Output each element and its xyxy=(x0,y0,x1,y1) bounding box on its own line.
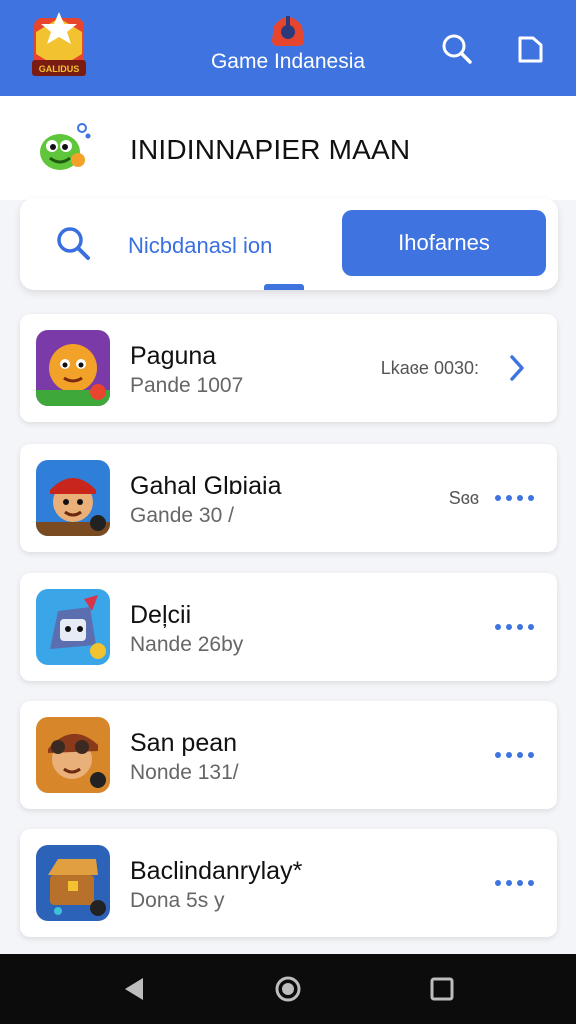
back-icon[interactable] xyxy=(117,972,151,1006)
more-dots-icon[interactable] xyxy=(493,871,537,895)
more-dots-icon[interactable] xyxy=(493,615,537,639)
game-title: San pean xyxy=(130,729,238,757)
game-thumbnail-icon xyxy=(36,589,110,665)
game-list-item[interactable]: Deļcii Nande 26by xyxy=(20,573,557,681)
game-title: Gahal Glɒiaia xyxy=(130,472,282,500)
system-nav-bar xyxy=(0,954,576,1024)
game-subtitle: Nande 26by xyxy=(130,633,244,656)
game-thumbnail-icon xyxy=(36,845,110,921)
mascot-icon xyxy=(40,123,91,170)
chevron-right-icon[interactable] xyxy=(507,354,527,382)
search-icon[interactable] xyxy=(54,224,92,262)
game-thumbnail-icon xyxy=(36,717,110,793)
game-title: Deļcii xyxy=(130,601,192,629)
game-list-item[interactable]: Paguna Pande 1007 Lkaɞe 0030: xyxy=(20,314,557,422)
title-section: INIDINNAPIER MAAN xyxy=(0,96,576,200)
more-dots-icon[interactable] xyxy=(493,486,537,510)
game-list-item[interactable]: Gahal Glɒiaia Gande 30 / Sɞɞ xyxy=(20,444,557,552)
search-icon[interactable] xyxy=(440,32,474,66)
game-subtitle: Gande 30 / xyxy=(130,504,234,527)
page-title: INIDINNAPIER MAAN xyxy=(130,134,411,165)
game-meta: Sɞɞ xyxy=(448,488,479,508)
tab-indicator xyxy=(264,284,304,290)
game-list-item[interactable]: San pean Nonde 131/ xyxy=(20,701,557,809)
game-controller-icon xyxy=(272,16,304,46)
game-subtitle: Nonde 131/ xyxy=(130,761,239,784)
more-dots-icon[interactable] xyxy=(493,743,537,767)
game-thumbnail-icon xyxy=(36,330,110,406)
game-subtitle: Dona 5s y xyxy=(130,889,225,912)
game-title: Paguna xyxy=(130,342,217,370)
game-list-item[interactable]: Baclindanrylay* Dona 5s y xyxy=(20,829,557,937)
game-subtitle: Pande 1007 xyxy=(130,374,244,397)
app-header: GALIDUS Game Indanesia xyxy=(0,0,576,96)
game-thumbnail-icon xyxy=(36,460,110,536)
recent-apps-icon[interactable] xyxy=(425,972,459,1006)
tab-active[interactable]: Ihofarnes xyxy=(342,210,546,276)
game-title: Baclindanrylay* xyxy=(130,857,303,885)
tab-search[interactable]: Nicbdanasl ion xyxy=(128,233,272,259)
segmented-tabs: Nicbdanasl ion Ihofarnes xyxy=(20,198,558,290)
document-icon[interactable] xyxy=(513,32,547,66)
header-title: Game Indanesia xyxy=(210,50,366,73)
game-meta: Lkaɞe 0030: xyxy=(380,358,479,378)
home-icon[interactable] xyxy=(271,972,305,1006)
